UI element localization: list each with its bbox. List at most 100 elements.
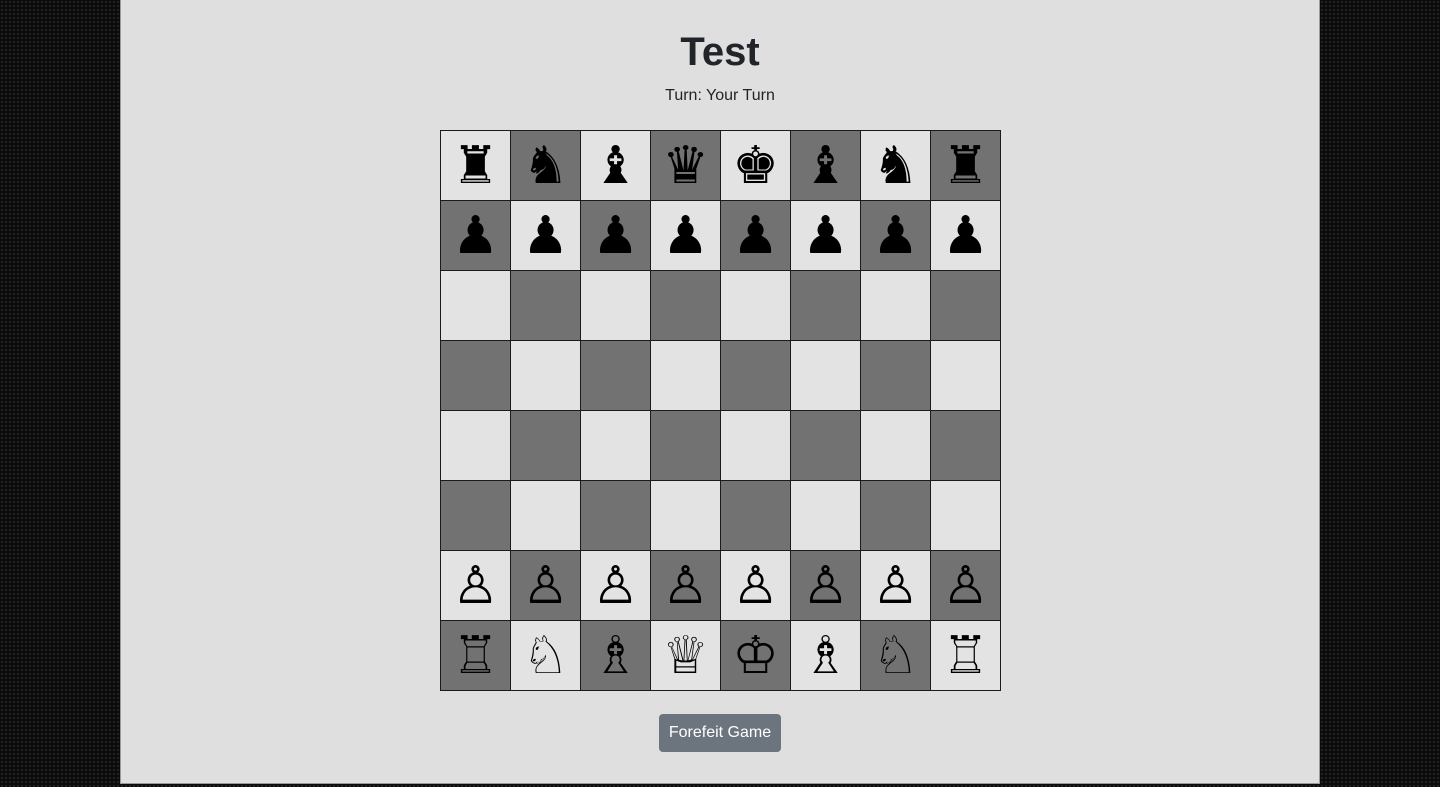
white-pawn-icon[interactable]: ♙	[872, 560, 919, 612]
white-pawn-icon[interactable]: ♙	[452, 560, 499, 612]
board-square-e4[interactable]	[721, 411, 791, 481]
board-square-g3[interactable]	[861, 481, 931, 551]
board-square-b5[interactable]	[511, 341, 581, 411]
board-square-h6[interactable]	[931, 271, 1001, 341]
black-rook-icon[interactable]: ♜	[942, 140, 989, 192]
black-bishop-icon[interactable]: ♝	[802, 140, 849, 192]
board-square-d8[interactable]: ♛	[651, 131, 721, 201]
board-square-c6[interactable]	[581, 271, 651, 341]
board-square-h1[interactable]: ♖	[931, 621, 1001, 691]
black-bishop-icon[interactable]: ♝	[592, 140, 639, 192]
black-pawn-icon[interactable]: ♟	[872, 210, 919, 262]
white-queen-icon[interactable]: ♕	[662, 630, 709, 682]
board-square-f1[interactable]: ♗	[791, 621, 861, 691]
board-square-e7[interactable]: ♟	[721, 201, 791, 271]
board-square-b2[interactable]: ♙	[511, 551, 581, 621]
board-square-b1[interactable]: ♘	[511, 621, 581, 691]
board-square-f8[interactable]: ♝	[791, 131, 861, 201]
game-panel: Test Turn: Your Turn ♜ ♞ ♝ ♛ ♚ ♝ ♞ ♜ ♟ ♟ ♟ ♟ ♟ ♟ ♟ ♟ ♙ ♙ ♙…	[120, 0, 1320, 784]
board-square-f6[interactable]	[791, 271, 861, 341]
board-square-e2[interactable]: ♙	[721, 551, 791, 621]
board-square-f3[interactable]	[791, 481, 861, 551]
board-square-a8[interactable]: ♜	[441, 131, 511, 201]
black-knight-icon[interactable]: ♞	[522, 140, 569, 192]
board-square-c3[interactable]	[581, 481, 651, 551]
board-square-g8[interactable]: ♞	[861, 131, 931, 201]
white-pawn-icon[interactable]: ♙	[522, 560, 569, 612]
board-square-b8[interactable]: ♞	[511, 131, 581, 201]
board-square-d6[interactable]	[651, 271, 721, 341]
white-king-icon[interactable]: ♔	[732, 630, 779, 682]
board-square-d5[interactable]	[651, 341, 721, 411]
board-square-g5[interactable]	[861, 341, 931, 411]
board-square-b3[interactable]	[511, 481, 581, 551]
board-square-b4[interactable]	[511, 411, 581, 481]
black-pawn-icon[interactable]: ♟	[942, 210, 989, 262]
board-square-f5[interactable]	[791, 341, 861, 411]
board-square-h4[interactable]	[931, 411, 1001, 481]
board-square-f2[interactable]: ♙	[791, 551, 861, 621]
board-square-h8[interactable]: ♜	[931, 131, 1001, 201]
black-queen-icon[interactable]: ♛	[662, 140, 709, 192]
board-square-c1[interactable]: ♗	[581, 621, 651, 691]
white-pawn-icon[interactable]: ♙	[732, 560, 779, 612]
white-knight-icon[interactable]: ♘	[872, 630, 919, 682]
board-square-g7[interactable]: ♟	[861, 201, 931, 271]
board-square-d3[interactable]	[651, 481, 721, 551]
black-pawn-icon[interactable]: ♟	[452, 210, 499, 262]
board-square-h7[interactable]: ♟	[931, 201, 1001, 271]
white-rook-icon[interactable]: ♖	[942, 630, 989, 682]
board-square-e3[interactable]	[721, 481, 791, 551]
board-square-b6[interactable]	[511, 271, 581, 341]
board-square-a7[interactable]: ♟	[441, 201, 511, 271]
board-square-a5[interactable]	[441, 341, 511, 411]
black-pawn-icon[interactable]: ♟	[662, 210, 709, 262]
board-square-c2[interactable]: ♙	[581, 551, 651, 621]
board-square-c8[interactable]: ♝	[581, 131, 651, 201]
board-square-f4[interactable]	[791, 411, 861, 481]
board-square-f7[interactable]: ♟	[791, 201, 861, 271]
black-pawn-icon[interactable]: ♟	[802, 210, 849, 262]
turn-indicator: Turn: Your Turn	[665, 87, 775, 104]
black-king-icon[interactable]: ♚	[732, 140, 779, 192]
board-square-g6[interactable]	[861, 271, 931, 341]
board-square-d4[interactable]	[651, 411, 721, 481]
board-square-d7[interactable]: ♟	[651, 201, 721, 271]
board-square-g1[interactable]: ♘	[861, 621, 931, 691]
black-pawn-icon[interactable]: ♟	[522, 210, 569, 262]
board-square-g4[interactable]	[861, 411, 931, 481]
white-knight-icon[interactable]: ♘	[522, 630, 569, 682]
black-pawn-icon[interactable]: ♟	[732, 210, 779, 262]
white-pawn-icon[interactable]: ♙	[662, 560, 709, 612]
board-square-h2[interactable]: ♙	[931, 551, 1001, 621]
forfeit-game-button[interactable]: Forefeit Game	[659, 714, 781, 752]
board-square-b7[interactable]: ♟	[511, 201, 581, 271]
board-square-e6[interactable]	[721, 271, 791, 341]
board-square-a4[interactable]	[441, 411, 511, 481]
board-square-e8[interactable]: ♚	[721, 131, 791, 201]
white-bishop-icon[interactable]: ♗	[802, 630, 849, 682]
chess-board: ♜ ♞ ♝ ♛ ♚ ♝ ♞ ♜ ♟ ♟ ♟ ♟ ♟ ♟ ♟ ♟ ♙ ♙ ♙ ♙ ♙ ♙ ♙ ♙ ♖ ♘ ♗ ♕ ♔ ♗ ♘ ♖	[440, 130, 1001, 691]
board-square-c7[interactable]: ♟	[581, 201, 651, 271]
board-square-e5[interactable]	[721, 341, 791, 411]
board-square-a3[interactable]	[441, 481, 511, 551]
black-pawn-icon[interactable]: ♟	[592, 210, 639, 262]
white-pawn-icon[interactable]: ♙	[942, 560, 989, 612]
black-rook-icon[interactable]: ♜	[452, 140, 499, 192]
board-square-e1[interactable]: ♔	[721, 621, 791, 691]
board-square-c4[interactable]	[581, 411, 651, 481]
black-knight-icon[interactable]: ♞	[872, 140, 919, 192]
white-pawn-icon[interactable]: ♙	[592, 560, 639, 612]
board-square-g2[interactable]: ♙	[861, 551, 931, 621]
board-square-h5[interactable]	[931, 341, 1001, 411]
board-square-a1[interactable]: ♖	[441, 621, 511, 691]
board-square-a6[interactable]	[441, 271, 511, 341]
board-square-d1[interactable]: ♕	[651, 621, 721, 691]
board-square-d2[interactable]: ♙	[651, 551, 721, 621]
white-rook-icon[interactable]: ♖	[452, 630, 499, 682]
board-square-c5[interactable]	[581, 341, 651, 411]
white-pawn-icon[interactable]: ♙	[802, 560, 849, 612]
board-square-a2[interactable]: ♙	[441, 551, 511, 621]
board-square-h3[interactable]	[931, 481, 1001, 551]
white-bishop-icon[interactable]: ♗	[592, 630, 639, 682]
